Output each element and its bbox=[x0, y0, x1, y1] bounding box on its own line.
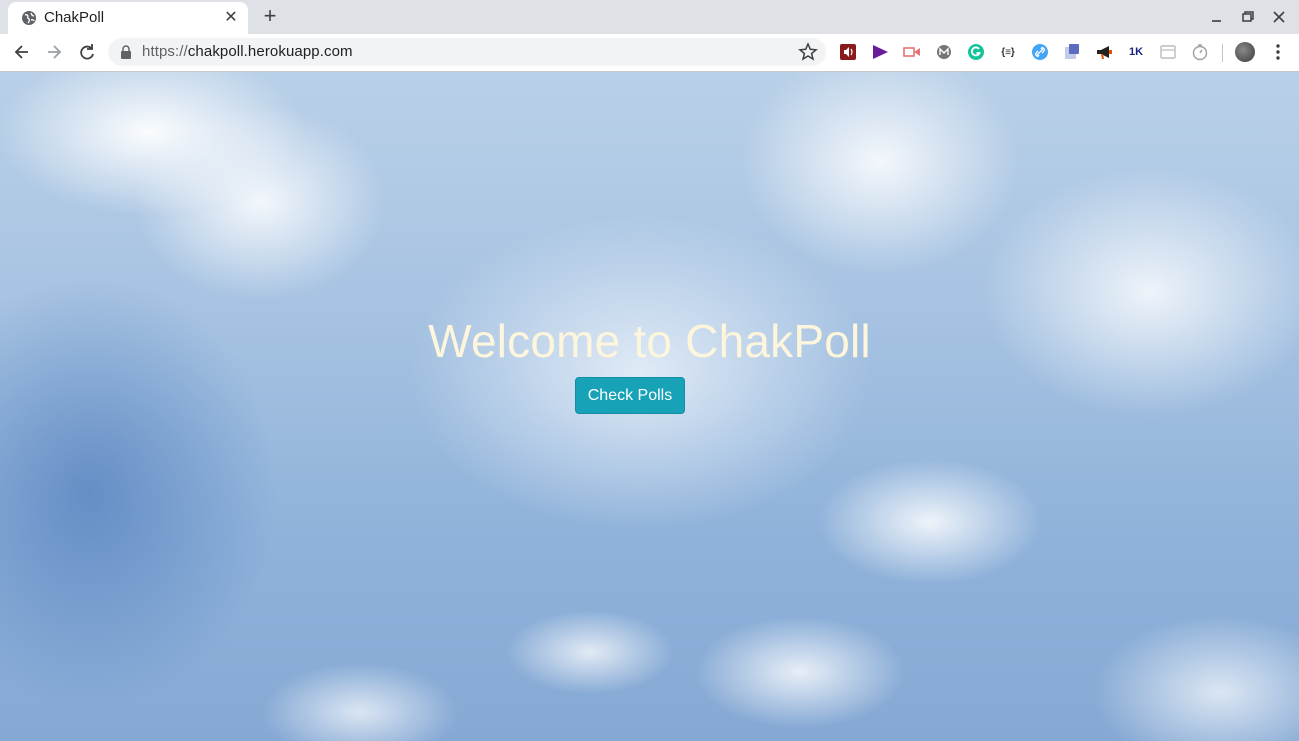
hero-section: Welcome to ChakPoll Check Polls bbox=[0, 312, 1299, 414]
forward-icon[interactable] bbox=[44, 42, 64, 62]
reload-icon[interactable] bbox=[77, 42, 97, 62]
tab-close-icon[interactable]: ✕ bbox=[222, 9, 240, 27]
back-icon[interactable] bbox=[12, 42, 32, 62]
video-extension-icon[interactable] bbox=[903, 43, 921, 61]
restore-icon[interactable] bbox=[1239, 8, 1257, 26]
globe-icon bbox=[22, 11, 36, 25]
play-extension-icon[interactable] bbox=[871, 43, 889, 61]
audio-extension-icon[interactable] bbox=[839, 43, 857, 61]
m-extension-icon[interactable] bbox=[935, 43, 953, 61]
url-text[interactable]: https://chakpoll.herokuapp.com bbox=[142, 43, 353, 60]
tab-title: ChakPoll bbox=[44, 9, 105, 26]
window-extension-icon[interactable] bbox=[1159, 43, 1177, 61]
note-extension-icon[interactable] bbox=[1063, 43, 1081, 61]
toolbar-separator bbox=[1222, 44, 1223, 62]
tab-strip: ChakPoll ✕ + bbox=[0, 0, 1299, 34]
bookmark-star-icon[interactable] bbox=[798, 42, 818, 62]
url-scheme: https:// bbox=[142, 43, 188, 60]
close-window-icon[interactable] bbox=[1270, 8, 1288, 26]
lock-icon[interactable] bbox=[120, 45, 132, 59]
check-polls-button[interactable]: Check Polls bbox=[575, 377, 685, 414]
menu-kebab-icon[interactable] bbox=[1270, 43, 1286, 61]
1k-extension-icon[interactable]: 1K bbox=[1127, 43, 1145, 61]
page-title: Welcome to ChakPoll bbox=[428, 315, 871, 367]
minimize-icon[interactable] bbox=[1208, 8, 1226, 26]
tab-chakpoll[interactable]: ChakPoll ✕ bbox=[8, 2, 248, 34]
megaphone-extension-icon[interactable] bbox=[1095, 43, 1113, 61]
json-extension-icon[interactable]: {≡} bbox=[999, 43, 1017, 61]
profile-avatar[interactable] bbox=[1235, 42, 1255, 62]
page-viewport: Welcome to ChakPoll Check Polls bbox=[0, 72, 1299, 741]
grammarly-icon[interactable] bbox=[967, 43, 985, 61]
url-host: chakpoll.herokuapp.com bbox=[187, 43, 353, 60]
address-bar[interactable]: https://chakpoll.herokuapp.com bbox=[108, 38, 826, 66]
new-tab-icon[interactable]: + bbox=[259, 5, 281, 27]
link-extension-icon[interactable] bbox=[1031, 43, 1049, 61]
timer-extension-icon[interactable] bbox=[1191, 43, 1209, 61]
browser-toolbar: https://chakpoll.herokuapp.com {≡} 1K bbox=[0, 34, 1299, 72]
